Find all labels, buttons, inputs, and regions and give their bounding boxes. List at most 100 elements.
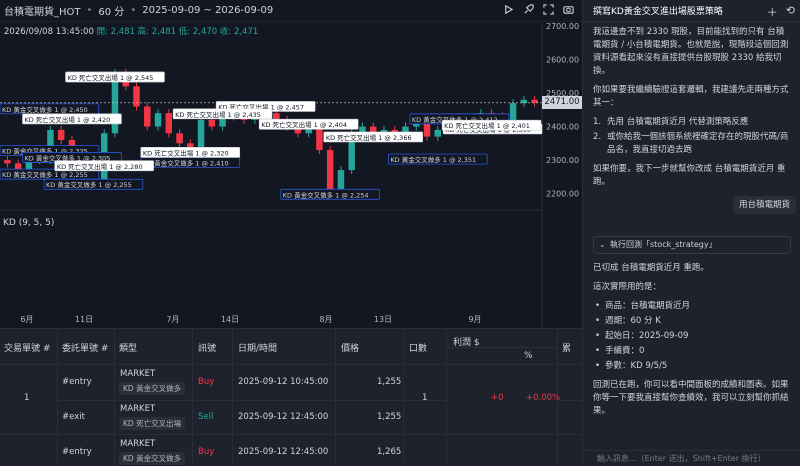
option-1-text: 先用 台積電期貨近月 代替測策略反應 <box>607 117 749 127</box>
candle-body <box>531 99 538 103</box>
trade-profit-cell: +0 <box>491 393 504 403</box>
candle-body <box>144 106 151 127</box>
type-cell: MARKET <box>120 439 156 449</box>
datetime-cell: 2025-09-12 12:45:00 <box>238 447 329 457</box>
chart-toolbar-icons <box>503 4 574 15</box>
exit-signal-label: KD 死亡交叉出場 1 @ 2,320 <box>143 148 229 157</box>
history-icon[interactable]: ⟲ <box>786 4 795 20</box>
candle-body <box>326 150 334 194</box>
candle-body <box>176 133 183 144</box>
camera-icon[interactable] <box>563 4 574 15</box>
app-root: 台積電期貨_HOT • 60 分 • 2025-09-09 ~ 2026-09-… <box>0 0 800 466</box>
row-divider <box>0 434 582 435</box>
list-item: • 週期：60 分 K <box>595 316 661 326</box>
new-chat-icon[interactable]: ＋ <box>767 4 778 20</box>
list-item: • 起始日：2025-09-09 <box>595 331 689 341</box>
col-divider <box>403 329 404 466</box>
candle-body <box>165 113 173 134</box>
x-tick-label: 11日 <box>75 315 93 324</box>
chat-header-actions: ＋ ⟲ <box>767 4 795 20</box>
profit-subheader-divider <box>446 347 557 348</box>
symbol-label[interactable]: 台積電期貨_HOT <box>4 3 81 18</box>
row-divider <box>57 400 446 401</box>
candle-body <box>316 126 323 151</box>
col-header-datetime[interactable]: 日期/時間 <box>238 329 328 365</box>
y-tick-label: 2300.00 <box>546 156 579 165</box>
signal-cell: Sell <box>198 412 214 422</box>
candle-body <box>4 160 11 164</box>
price-chart[interactable]: 2700.002600.002500.002400.002300.002200.… <box>0 22 582 328</box>
candle-body <box>434 129 442 137</box>
y-tick-label: 2700.00 <box>546 22 579 31</box>
exit-signal-label: KD 死亡交叉出場 1 @ 2,420 <box>25 115 111 124</box>
col-header-qty[interactable]: 口數 <box>409 329 439 365</box>
user-message-bubble: 用台積電期貨 <box>733 196 797 214</box>
order-cell: #entry <box>62 377 92 387</box>
fullscreen-icon[interactable] <box>543 4 554 15</box>
signal-cell: Buy <box>198 447 215 457</box>
exit-signal-label: KD 死亡交叉出場 1 @ 2,280 <box>57 162 143 171</box>
col-header-signal[interactable]: 訊號 <box>198 329 232 365</box>
rocket-icon[interactable] <box>523 4 534 15</box>
entry-signal-label: KD 黃金交叉做多 1 @ 2,450 <box>2 105 88 114</box>
x-tick-label: 9月 <box>468 315 481 324</box>
col-header-trade-no[interactable]: 交易單號 # <box>4 329 60 365</box>
col-divider <box>114 329 115 466</box>
order-cell: #entry <box>62 447 92 457</box>
datetime-cell: 2025-09-12 10:45:00 <box>238 377 329 387</box>
interval-label[interactable]: 60 分 <box>98 3 124 18</box>
col-divider <box>57 329 58 466</box>
x-tick-label: 8月 <box>319 315 332 324</box>
row-divider <box>557 400 582 401</box>
chat-messages: 我這邊查不到 2330 現股，目前能找到的只有 台積電期貨 / 小台積電期貨。也… <box>593 26 791 195</box>
candle-body <box>273 113 280 120</box>
x-tick-label: 6月 <box>20 315 33 324</box>
assistant-message: 我這邊查不到 2330 現股，目前能找到的只有 台積電期貨 / 小台積電期貨。也… <box>593 27 789 76</box>
chat-title: 撰寫KD黃金交叉進出場股票策略 <box>593 7 723 17</box>
candle-body <box>197 119 205 151</box>
date-range-label[interactable]: 2025-09-09 ~ 2026-09-09 <box>142 5 273 16</box>
signal-tag: KD 死亡交叉出場 <box>119 417 186 430</box>
candle-body <box>154 113 162 127</box>
y-tick-label: 2200.00 <box>546 190 579 199</box>
ai-chat-panel: 撰寫KD黃金交叉進出場股票策略 ＋ ⟲ 我這邊查不到 2330 現股，目前能找到… <box>582 0 800 466</box>
separator: • <box>130 5 137 16</box>
col-header-type[interactable]: 類型 <box>119 329 189 365</box>
col-header-extra[interactable]: 累 <box>562 329 580 365</box>
order-cell: #exit <box>62 412 85 422</box>
signal-tag: KD 黃金交叉做多 <box>119 382 186 395</box>
exit-signal-label: KD 死亡交叉出場 1 @ 2,401 <box>444 121 530 130</box>
tool-call-collapsible[interactable]: ⌄ 執行回測「stock_strategy」 <box>593 236 791 254</box>
col-header-order-no[interactable]: 委託單號 # <box>62 329 116 365</box>
chat-messages-2: 已切成 台積電期貨近月 重跑。 這次實際用的是： • 商品：台積電期貨近月 • 週期… <box>593 262 791 424</box>
entry-signal-label: KD 黃金交叉做多 1 @ 2,255 <box>46 180 132 189</box>
trade-no-cell: 1 <box>24 393 30 403</box>
trade-qty-cell: 1 <box>422 393 428 403</box>
x-tick-label: 13日 <box>374 315 392 324</box>
trade-list-table: 交易單號 # 委託單號 # 類型 訊號 日期/時間 價格 口數 利潤 $ % 累… <box>0 328 582 466</box>
exit-signal-label: KD 死亡交叉出場 1 @ 2,545 <box>68 73 154 82</box>
col-divider <box>192 329 193 466</box>
list-item: • 參數：KD 9/5/5 <box>595 361 668 371</box>
entry-signal-label: KD 黃金交叉做多 1 @ 2,410 <box>143 158 229 167</box>
col-header-profit[interactable]: 利潤 $ <box>453 329 503 353</box>
col-header-price[interactable]: 價格 <box>341 329 391 365</box>
play-icon[interactable] <box>503 4 514 15</box>
candle-body <box>208 119 216 127</box>
datetime-cell: 2025-09-12 12:45:00 <box>238 412 329 422</box>
config-list: • 商品：台積電期貨近月 • 週期：60 分 K • 起始日：2025-09-09 •… <box>593 300 791 373</box>
price-cell: 1,255 <box>377 412 402 422</box>
chat-input[interactable]: 輸入訊息...（Enter 送出，Shift+Enter 換行） <box>583 450 800 466</box>
list-item: • 商品：台積電期貨近月 <box>595 301 691 311</box>
col-header-pct[interactable]: % <box>524 347 544 365</box>
chevron-down-icon: ⌄ <box>599 240 606 249</box>
price-cell: 1,265 <box>377 447 402 457</box>
y-tick-label: 2600.00 <box>546 56 579 65</box>
list-item: 2. 或你給我一個該個系統裡確定存在的現股代碼/商品名，我直接切過去跑 <box>593 131 791 157</box>
kd-indicator-label[interactable]: KD (9, 5, 5) <box>3 218 54 228</box>
exit-signal-label: KD 死亡交叉出場 1 @ 2,366 <box>326 133 412 142</box>
candle-body <box>133 86 140 107</box>
assistant-message: 如果你要，我下一步就幫你改成 台積電期貨近月 重跑。 <box>593 164 786 187</box>
col-divider <box>232 329 233 466</box>
type-cell: MARKET <box>120 404 156 414</box>
